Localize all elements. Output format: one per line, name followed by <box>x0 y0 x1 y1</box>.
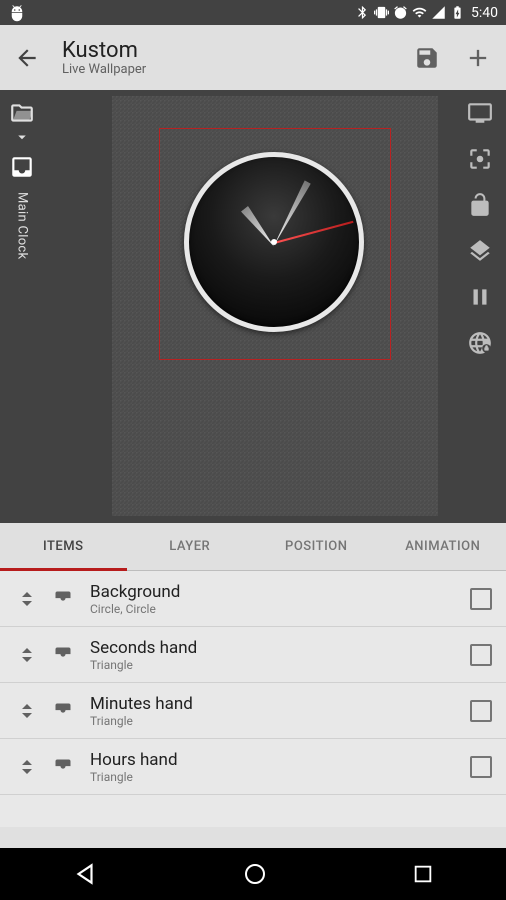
chevron-down-icon <box>13 128 31 146</box>
list-item[interactable]: Seconds hand Triangle <box>0 627 506 683</box>
back-button[interactable] <box>14 45 40 71</box>
signal-icon <box>431 5 446 20</box>
app-title: Kustom <box>62 38 390 63</box>
nav-back-button[interactable] <box>72 861 98 887</box>
item-subtitle: Circle, Circle <box>90 602 470 616</box>
wifi-icon <box>412 5 427 20</box>
bluetooth-icon <box>355 5 370 20</box>
checkbox[interactable] <box>470 644 492 666</box>
item-subtitle: Triangle <box>90 770 470 784</box>
center-focus-icon[interactable] <box>467 146 493 172</box>
preview-area: Main Clock <box>0 90 506 523</box>
reorder-handle-icon[interactable] <box>14 587 40 611</box>
items-list: Background Circle, Circle Seconds hand T… <box>0 571 506 827</box>
breadcrumb-label[interactable]: Main Clock <box>15 192 30 259</box>
item-title: Background <box>90 582 470 602</box>
tab-items[interactable]: ITEMS <box>0 523 127 570</box>
tool-rail <box>458 100 502 356</box>
alarm-icon <box>393 5 408 20</box>
tab-position[interactable]: POSITION <box>253 523 380 570</box>
layer-group-icon <box>46 757 80 777</box>
inbox-icon[interactable] <box>9 154 35 180</box>
item-subtitle: Triangle <box>90 714 470 728</box>
vibrate-icon <box>374 5 389 20</box>
checkbox[interactable] <box>470 700 492 722</box>
clock-face[interactable] <box>184 152 364 332</box>
tab-layer[interactable]: LAYER <box>127 523 254 570</box>
nav-recent-button[interactable] <box>412 863 434 885</box>
clock-center <box>271 239 277 245</box>
item-subtitle: Triangle <box>90 658 470 672</box>
tab-animation[interactable]: ANIMATION <box>380 523 506 570</box>
globe-lock-icon[interactable] <box>467 330 493 356</box>
layer-group-icon <box>46 701 80 721</box>
add-button[interactable] <box>464 44 492 72</box>
list-item[interactable]: Minutes hand Triangle <box>0 683 506 739</box>
pause-icon[interactable] <box>467 284 493 310</box>
list-item[interactable]: Hours hand Triangle <box>0 739 506 795</box>
status-time: 5:40 <box>471 5 498 21</box>
reorder-handle-icon[interactable] <box>14 755 40 779</box>
battery-charging-icon <box>450 5 465 20</box>
breadcrumb-rail: Main Clock <box>0 90 44 523</box>
list-item[interactable]: Background Circle, Circle <box>0 571 506 627</box>
reorder-handle-icon[interactable] <box>14 699 40 723</box>
checkbox[interactable] <box>470 588 492 610</box>
item-title: Minutes hand <box>90 694 470 714</box>
folder-open-icon[interactable] <box>9 100 35 126</box>
save-button[interactable] <box>414 45 440 71</box>
item-title: Hours hand <box>90 750 470 770</box>
item-title: Seconds hand <box>90 638 470 658</box>
android-debug-icon <box>8 4 26 22</box>
preview-canvas[interactable] <box>44 90 506 523</box>
status-bar: 5:40 <box>0 0 506 25</box>
display-icon[interactable] <box>467 100 493 126</box>
layers-icon[interactable] <box>467 238 493 264</box>
navigation-bar <box>0 848 506 900</box>
app-bar: Kustom Live Wallpaper <box>0 25 506 90</box>
app-subtitle: Live Wallpaper <box>62 62 390 77</box>
nav-home-button[interactable] <box>243 862 267 886</box>
layer-group-icon <box>46 589 80 609</box>
unlock-icon[interactable] <box>467 192 493 218</box>
layer-group-icon <box>46 645 80 665</box>
checkbox[interactable] <box>470 756 492 778</box>
reorder-handle-icon[interactable] <box>14 643 40 667</box>
wallpaper-preview <box>112 96 438 516</box>
tabs: ITEMS LAYER POSITION ANIMATION <box>0 523 506 571</box>
